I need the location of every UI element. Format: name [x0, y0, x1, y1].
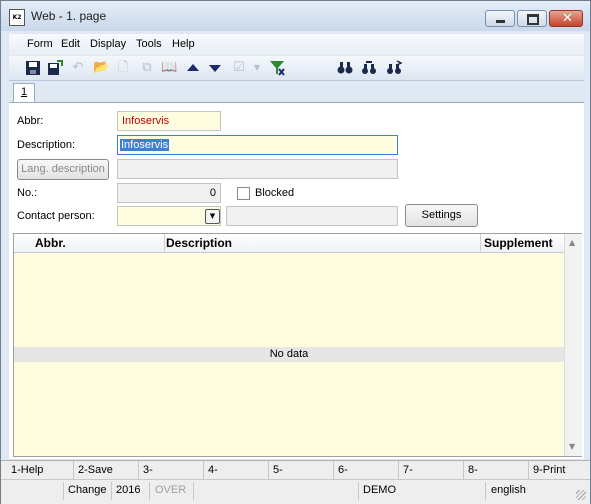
binoculars-next-icon[interactable]	[361, 60, 377, 76]
column-divider[interactable]	[164, 234, 165, 252]
description-value: Infoservis	[120, 139, 170, 151]
menu-edit[interactable]: Edit	[61, 38, 80, 50]
tab-page-1[interactable]: 1	[13, 83, 35, 103]
toolbar: ↶ 📂 🗋 ⧉ 📖 ☑ ▼	[9, 56, 584, 81]
lang-description-button[interactable]: Lang. description	[17, 159, 109, 180]
fkey-separator	[398, 461, 399, 479]
binoculars-icon[interactable]	[337, 60, 353, 76]
status-separator	[358, 482, 359, 500]
column-description[interactable]: Description	[166, 236, 232, 250]
status-separator	[149, 482, 150, 500]
save-icon[interactable]	[25, 60, 41, 76]
application-window: K2 Web - 1. page ✕ Form Edit Display Too…	[0, 0, 591, 504]
column-divider[interactable]	[480, 234, 481, 252]
fkey-5[interactable]: 5-	[273, 464, 283, 476]
arrow-up-icon[interactable]	[185, 60, 201, 76]
description-label: Description:	[17, 139, 76, 151]
contact-person-label: Contact person:	[17, 210, 95, 222]
fkey-separator	[138, 461, 139, 479]
fkey-separator	[528, 461, 529, 479]
fkey-help[interactable]: 1-Help	[11, 464, 43, 476]
binoculars-prev-icon[interactable]	[386, 60, 402, 76]
close-icon: ✕	[562, 11, 573, 26]
fkey-3[interactable]: 3-	[143, 464, 153, 476]
vertical-scrollbar[interactable]: ▲ ▼	[564, 234, 582, 456]
description-field[interactable]: Infoservis	[117, 135, 398, 155]
checkmark-icon[interactable]: ☑	[231, 60, 247, 76]
new-document-icon[interactable]: 🗋	[115, 60, 131, 76]
contact-person-dropdown[interactable]: ▼	[205, 209, 220, 224]
copy-icon[interactable]: ⧉	[139, 60, 155, 76]
no-field[interactable]: 0	[117, 183, 221, 203]
arrow-down-icon[interactable]	[207, 60, 223, 76]
status-database: DEMO	[363, 484, 396, 496]
form-panel: Abbr: Infoservis Description: Infoservis…	[9, 102, 584, 459]
fkey-6[interactable]: 6-	[338, 464, 348, 476]
contact-person-name-field[interactable]	[226, 206, 398, 226]
lang-description-field[interactable]	[117, 159, 398, 179]
no-data-message: No data	[14, 347, 564, 362]
status-year: 2016	[116, 484, 141, 496]
scroll-up-icon[interactable]: ▲	[569, 238, 575, 247]
status-language: english	[491, 484, 526, 496]
status-separator	[485, 482, 486, 500]
tab-strip: 1	[9, 81, 584, 103]
maximize-button[interactable]	[517, 10, 547, 27]
blocked-label: Blocked	[255, 187, 295, 199]
book-icon[interactable]: 📖	[161, 60, 177, 76]
abbr-field[interactable]: Infoservis	[117, 111, 221, 131]
resize-grip-icon[interactable]	[576, 490, 586, 500]
minimize-icon	[496, 20, 505, 23]
scroll-down-icon[interactable]: ▼	[569, 442, 575, 451]
menu-bar: Form Edit Display Tools Help	[9, 34, 584, 55]
open-folder-icon[interactable]: 📂	[93, 60, 109, 76]
status-mode: Change	[68, 484, 107, 496]
settings-button[interactable]: Settings	[405, 204, 478, 227]
minimize-button[interactable]	[485, 10, 515, 27]
fkey-7[interactable]: 7-	[403, 464, 413, 476]
fkey-separator	[463, 461, 464, 479]
abbr-label: Abbr:	[17, 115, 44, 127]
fkey-8[interactable]: 8-	[468, 464, 478, 476]
column-abbr[interactable]: Abbr.	[35, 236, 66, 250]
fkey-save[interactable]: 2-Save	[78, 464, 113, 476]
undo-icon[interactable]: ↶	[70, 60, 86, 76]
function-key-bar: 1-Help 2-Save 3- 4- 5- 6- 7- 8- 9-Print	[1, 460, 590, 479]
status-separator	[111, 482, 112, 500]
fkey-separator	[268, 461, 269, 479]
fkey-4[interactable]: 4-	[208, 464, 218, 476]
menu-form[interactable]: Form	[27, 38, 53, 50]
status-bar: Change 2016 OVER DEMO english	[1, 479, 590, 504]
status-separator	[193, 482, 194, 500]
menu-help[interactable]: Help	[172, 38, 195, 50]
title-bar[interactable]: K2 Web - 1. page ✕	[1, 1, 590, 31]
menu-display[interactable]: Display	[90, 38, 126, 50]
column-supplement[interactable]: Supplement	[484, 236, 553, 250]
grid-header: Abbr. Description Supplement	[14, 234, 564, 253]
app-icon: K2	[9, 9, 25, 26]
data-grid[interactable]: Abbr. Description Supplement No data ▲ ▼	[13, 233, 582, 457]
no-label: No.:	[17, 187, 38, 199]
save-as-icon[interactable]	[47, 60, 63, 76]
fkey-separator	[203, 461, 204, 479]
dropdown-arrow-icon[interactable]: ▼	[249, 60, 265, 76]
chevron-down-icon: ▼	[209, 212, 216, 220]
maximize-icon	[527, 14, 539, 25]
fkey-print[interactable]: 9-Print	[533, 464, 565, 476]
blocked-checkbox[interactable]	[237, 187, 250, 200]
menu-tools[interactable]: Tools	[136, 38, 162, 50]
window-title: Web - 1. page	[31, 9, 107, 23]
fkey-separator	[333, 461, 334, 479]
status-overwrite: OVER	[155, 484, 187, 496]
filter-icon[interactable]	[269, 60, 285, 76]
status-separator	[63, 482, 64, 500]
fkey-separator	[73, 461, 74, 479]
close-button[interactable]: ✕	[549, 10, 583, 27]
